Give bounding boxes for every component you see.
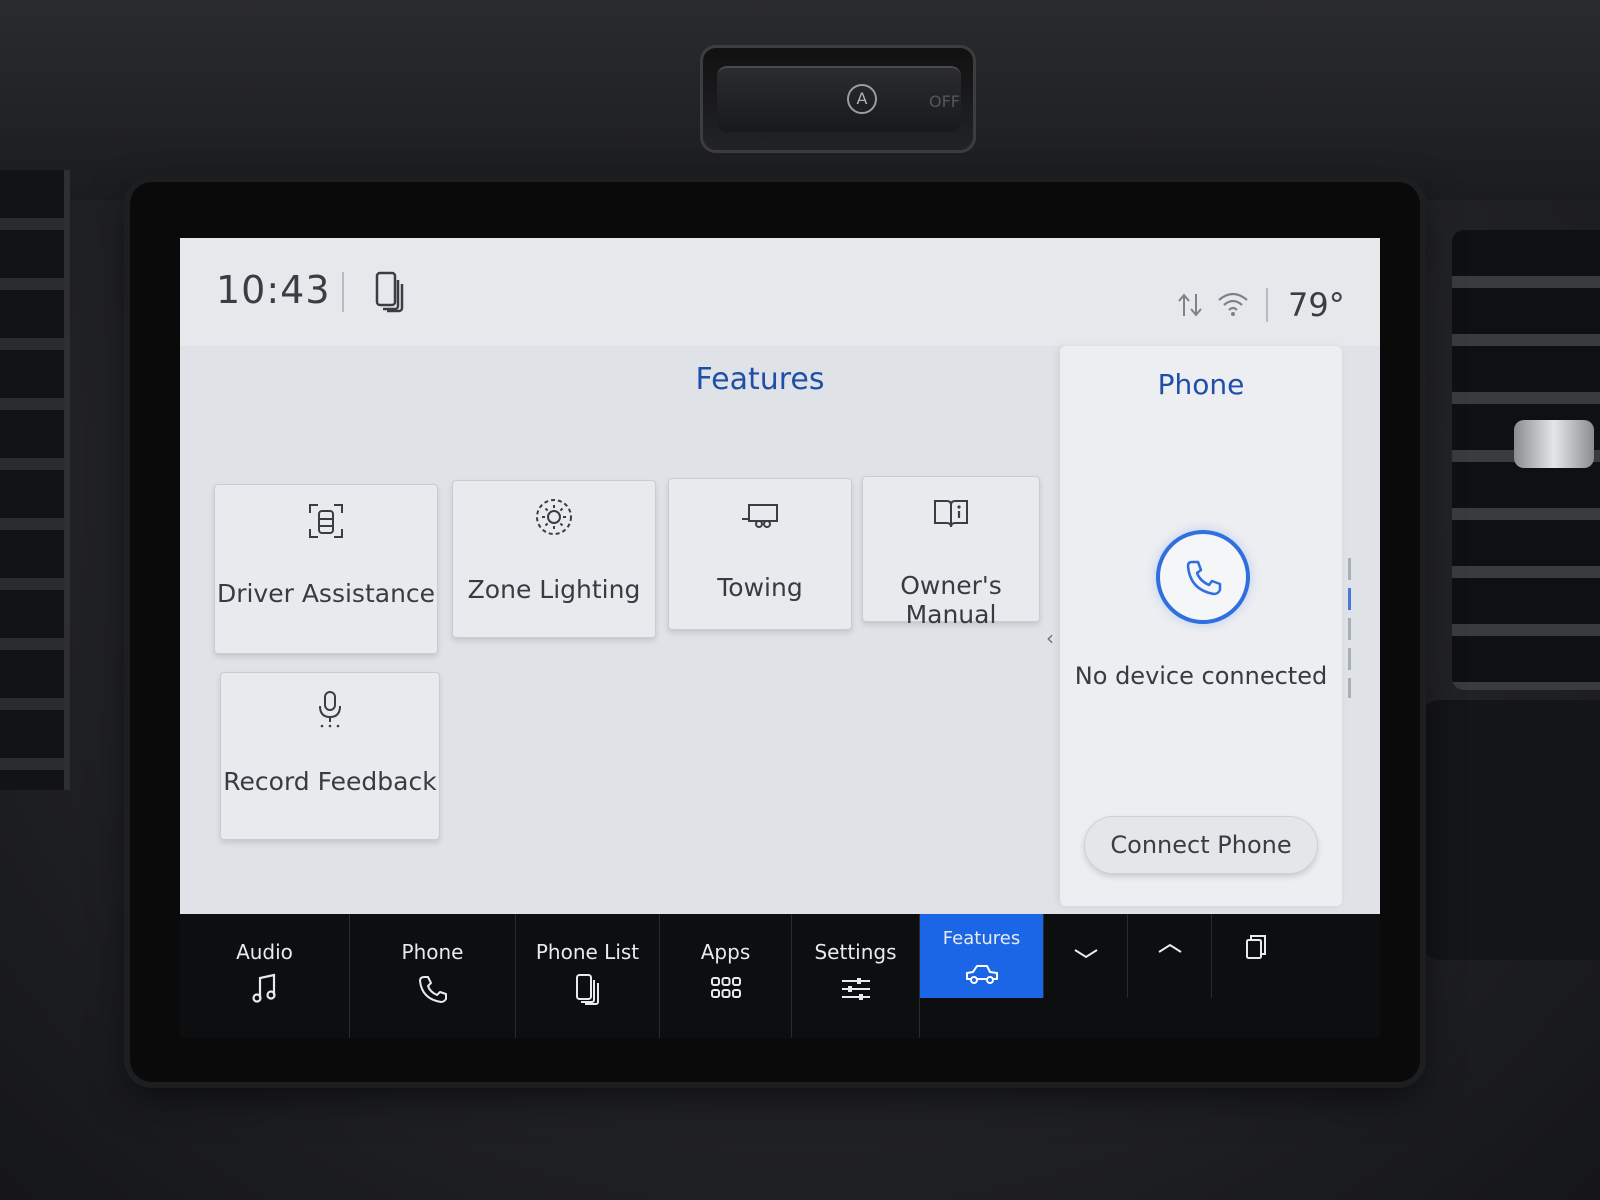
nav-label: Phone List <box>535 940 640 964</box>
bottom-nav-bar: Audio Phone Phone List Apps Settings Fea… <box>180 914 1380 1038</box>
phone-handset-icon <box>1186 560 1222 596</box>
chevron-left-icon[interactable]: ‹ <box>1046 626 1054 650</box>
tile-label: Towing <box>717 573 803 602</box>
left-air-vent <box>0 170 70 790</box>
nav-label: Apps <box>700 940 751 964</box>
book-icon <box>934 500 968 528</box>
clock: 10:43 <box>216 268 331 312</box>
nav-multitask[interactable] <box>1212 914 1302 998</box>
tile-owners-manual[interactable]: Owner's Manual <box>862 476 1040 629</box>
features-title: Features <box>695 362 825 397</box>
nav-collapse-down[interactable] <box>1044 914 1128 998</box>
status-divider <box>1266 288 1268 322</box>
auto-start-stop-icon: A <box>847 84 877 114</box>
truck-icon <box>965 965 998 984</box>
tile-driver-assistance[interactable]: Driver Assistance <box>214 484 438 654</box>
nav-label: Phone <box>401 940 464 964</box>
status-divider <box>342 272 344 312</box>
multitask-windows-icon <box>1246 935 1266 959</box>
connect-phone-button[interactable]: Connect Phone <box>1084 816 1318 874</box>
sliders-icon <box>841 978 870 1000</box>
tile-label: Record Feedback <box>223 767 437 796</box>
status-bar: 10:43 79° <box>180 238 1380 346</box>
tile-label: Zone Lighting <box>467 575 641 604</box>
phone-panel: Phone No device connected Connect Phone <box>1060 346 1342 906</box>
scroll-indicator[interactable] <box>1348 558 1352 698</box>
driver-assistance-icon <box>309 504 343 538</box>
no-device-status: No device connected <box>1074 662 1328 690</box>
nav-label: Settings <box>814 940 897 964</box>
nav-expand-up[interactable] <box>1128 914 1212 998</box>
auto-start-stop-button[interactable]: A OFF <box>717 66 961 132</box>
music-note-icon <box>251 973 276 1003</box>
vent-adjust-knob[interactable] <box>1514 420 1594 468</box>
chevron-down-icon <box>1073 949 1098 959</box>
infotainment-screen: 10:43 79° Features Driver Assistance Zon… <box>180 238 1380 1038</box>
nav-phone-list[interactable]: Phone List <box>516 914 660 1038</box>
trailer-icon <box>742 504 778 528</box>
nav-features[interactable]: Features <box>920 914 1044 998</box>
outside-temperature: 79° <box>1288 286 1345 324</box>
nav-apps[interactable]: Apps <box>660 914 792 1038</box>
phone-list-icon <box>575 974 599 1005</box>
microphone-icon <box>319 691 341 728</box>
nav-phone[interactable]: Phone <box>350 914 516 1038</box>
dashboard-lower-panel <box>1420 700 1600 960</box>
phone-handset-icon <box>418 976 447 1003</box>
tile-towing[interactable]: Towing <box>668 478 852 630</box>
drive-mode-button-strip: A OFF <box>700 45 976 153</box>
tile-label: Driver Assistance <box>216 579 436 608</box>
zone-lighting-icon <box>536 499 572 535</box>
wifi-icon <box>1218 292 1248 316</box>
tile-zone-lighting[interactable]: Zone Lighting <box>452 480 656 638</box>
tile-record-feedback[interactable]: Record Feedback <box>220 672 440 840</box>
off-label: OFF <box>929 92 960 111</box>
data-signal-icon <box>1178 293 1202 317</box>
phone-projection-icon[interactable] <box>374 270 408 314</box>
nav-label: Audio <box>236 940 293 964</box>
nav-label: Features <box>942 928 1021 949</box>
phone-call-button[interactable] <box>1156 530 1250 624</box>
chevron-up-icon <box>1157 943 1182 953</box>
phone-panel-title: Phone <box>1157 368 1245 401</box>
nav-settings[interactable]: Settings <box>792 914 920 1038</box>
tile-label: Owner's Manual <box>900 571 1002 629</box>
nav-audio[interactable]: Audio <box>180 914 350 1038</box>
apps-grid-icon <box>710 977 741 998</box>
